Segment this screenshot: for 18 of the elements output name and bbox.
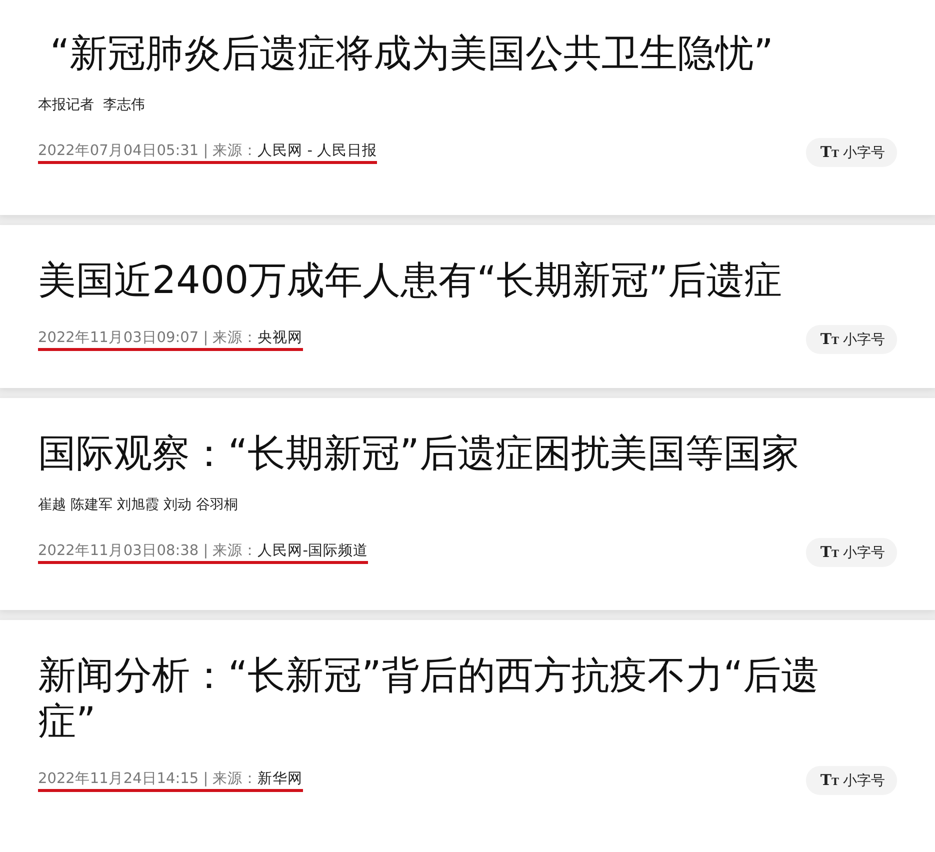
publish-date: 2022年11月24日14:15 | 来源： — [38, 771, 258, 787]
article-title: 美国近2400万成年人患有“长期新冠”后遗症 — [38, 257, 784, 303]
article-title: 新闻分析：“长新冠”背后的西方抗疫不力“后遗症” — [38, 652, 820, 744]
byline: 崔越 陈建军 刘旭霞 刘动 谷羽桐 — [38, 496, 239, 514]
publish-date: 2022年11月03日09:07 | 来源： — [38, 330, 258, 346]
source-link[interactable]: 人民网-国际频道 — [258, 543, 368, 559]
publish-date: 2022年11月03日08:38 | 来源： — [38, 543, 258, 559]
article-title: 国际观察：“长期新冠”后遗症困扰美国等国家 — [38, 430, 800, 476]
byline: 本报记者 李志伟 — [38, 96, 146, 114]
source-link[interactable]: 人民网 - 人民日报 — [258, 143, 378, 159]
publish-date: 2022年07月04日05:31 | 来源： — [38, 143, 258, 159]
source-link[interactable]: 新华网 — [258, 771, 303, 787]
article-title: “新冠肺炎后遗症将成为美国公共卫生隐忧” — [49, 30, 774, 76]
font-size-button[interactable]: TT 小字号 — [806, 538, 897, 567]
font-size-button[interactable]: TT 小字号 — [806, 138, 897, 167]
font-size-button[interactable]: TT 小字号 — [806, 766, 897, 795]
source-link[interactable]: 央视网 — [258, 330, 303, 346]
font-size-button[interactable]: TT 小字号 — [806, 325, 897, 354]
